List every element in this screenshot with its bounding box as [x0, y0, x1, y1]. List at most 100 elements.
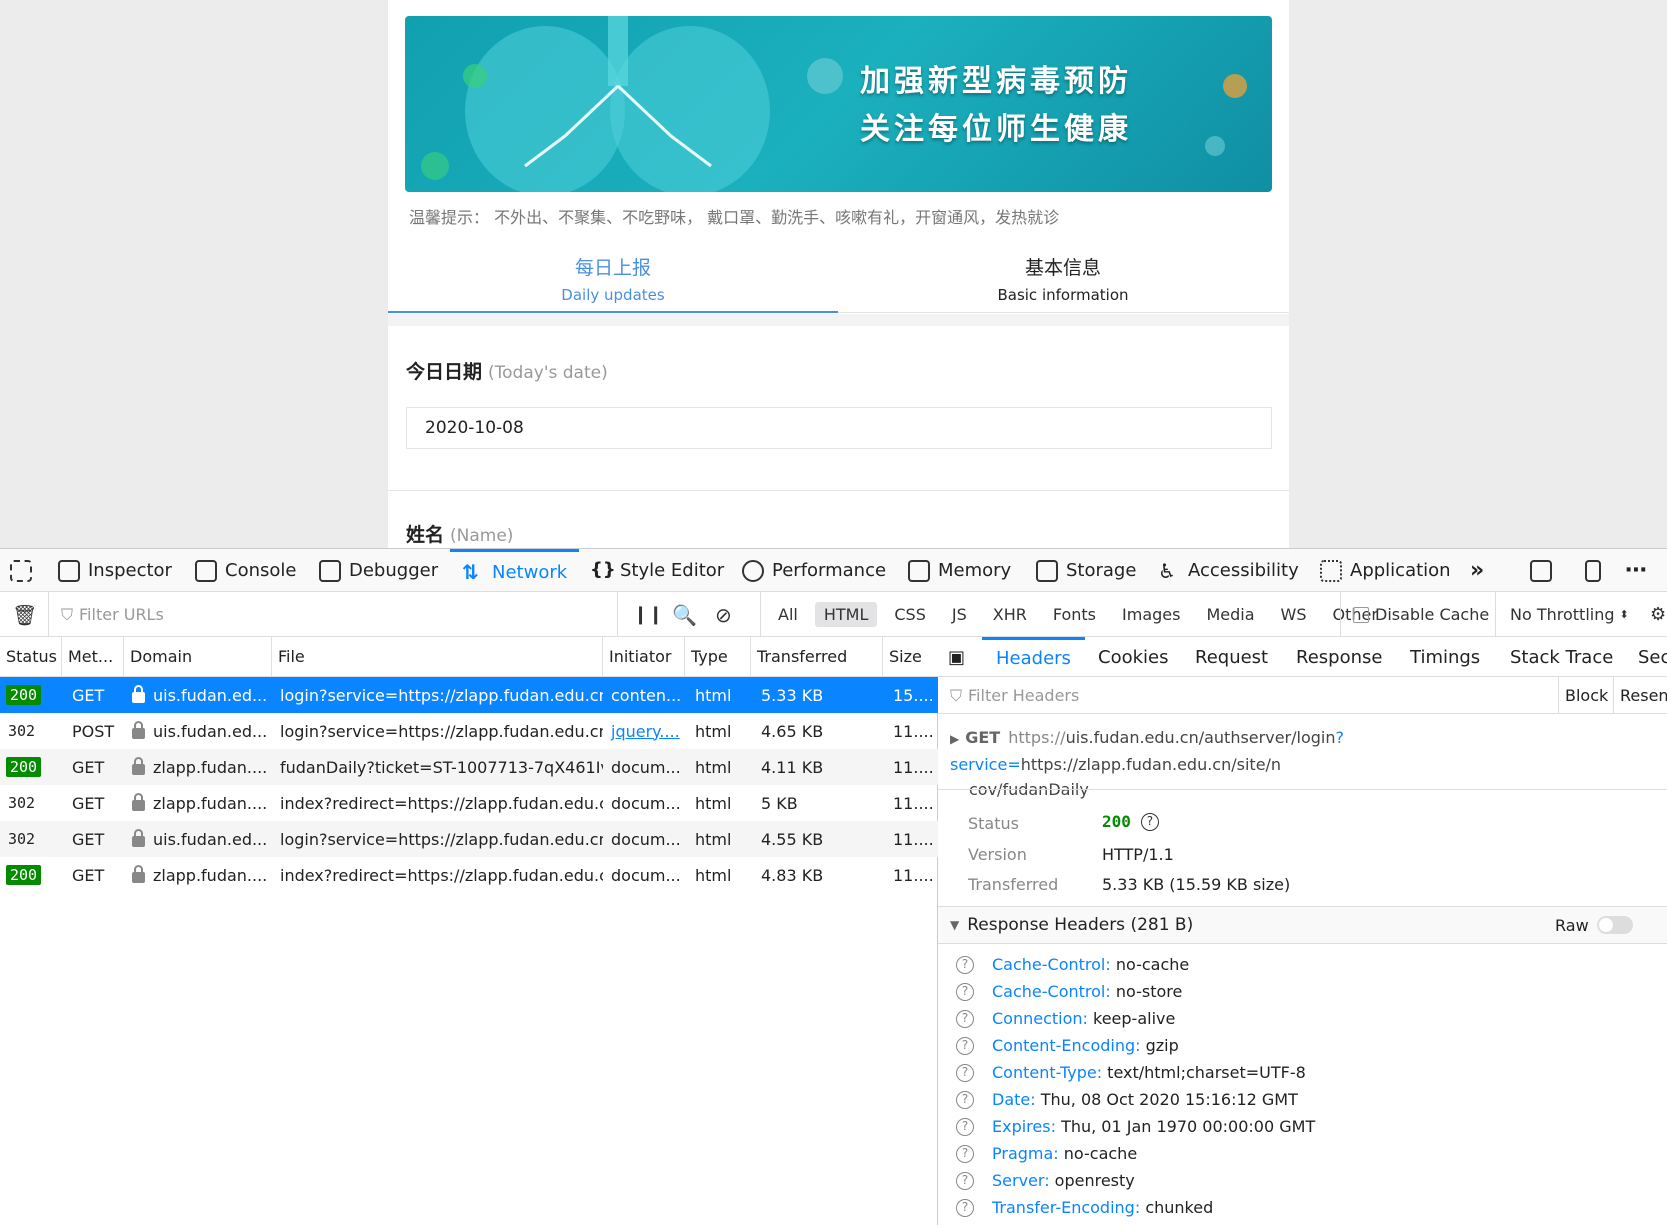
more-tools-chevron-icon[interactable]: » — [1470, 549, 1484, 592]
search-icon[interactable]: 🔍 — [672, 592, 697, 637]
request-url-line[interactable]: ▶ GET https://uis.fudan.edu.cn/authserver/… — [950, 725, 1650, 802]
help-icon[interactable]: ? — [956, 982, 974, 1001]
column-method[interactable]: Met... — [62, 637, 124, 676]
filter-js[interactable]: JS — [943, 602, 976, 627]
menu-dots-icon[interactable]: ⋯ — [1625, 549, 1647, 592]
header-row[interactable]: ? Cache-Control: no-store — [956, 982, 1182, 1001]
responsive-design-button[interactable] — [1585, 549, 1601, 592]
response-headers-section[interactable]: ▼ Response Headers (281 B) Raw — [938, 906, 1667, 944]
tab-stack-trace[interactable]: Stack Trace — [1510, 637, 1613, 677]
request-row[interactable]: 200 GET zlapp.fudan.... index?redirect=h… — [0, 857, 938, 893]
filter-urls-input[interactable]: ⛉ Filter URLs — [48, 592, 618, 637]
tab-security[interactable]: Sec — [1638, 637, 1667, 677]
response-headers-toggle[interactable]: ▼ Response Headers (281 B) — [950, 907, 1193, 943]
raw-toggle[interactable]: Raw — [1555, 907, 1633, 943]
column-file[interactable]: File — [272, 637, 603, 676]
help-icon[interactable]: ? — [956, 1117, 974, 1136]
filter-xhr[interactable]: XHR — [984, 602, 1036, 627]
filter-media[interactable]: Media — [1197, 602, 1263, 627]
filter-fonts[interactable]: Fonts — [1044, 602, 1105, 627]
filter-html[interactable]: HTML — [814, 602, 878, 627]
accessibility-icon: ♿ — [1158, 558, 1176, 583]
disable-cache-toggle[interactable]: Disable Cache — [1340, 592, 1489, 637]
header-row[interactable]: ? Transfer-Encoding: chunked — [956, 1198, 1213, 1217]
header-row[interactable]: ? Pragma: no-cache — [956, 1144, 1137, 1163]
tool-network[interactable]: ⇅ Network — [450, 549, 580, 592]
tool-performance[interactable]: Performance — [742, 549, 886, 592]
column-status[interactable]: Status — [0, 637, 62, 676]
help-icon[interactable]: ? — [1140, 812, 1159, 831]
disable-cache-checkbox[interactable] — [1353, 606, 1369, 623]
date-field[interactable]: 2020-10-08 — [406, 407, 1272, 449]
column-initiator[interactable]: Initiator — [603, 637, 685, 676]
element-picker-button[interactable] — [10, 549, 32, 592]
help-icon[interactable]: ? — [956, 1009, 974, 1028]
column-transferred[interactable]: Transferred — [751, 637, 883, 676]
type-filter-group: All HTML CSS JS XHR Fonts Images Media W… — [760, 592, 1387, 637]
row-initiator[interactable]: docum... — [603, 821, 685, 857]
help-icon[interactable]: ? — [956, 1090, 974, 1109]
tab-response[interactable]: Response — [1296, 637, 1382, 677]
help-icon[interactable]: ? — [956, 1171, 974, 1190]
tool-debugger[interactable]: Debugger — [319, 549, 438, 592]
help-icon[interactable]: ? — [956, 1144, 974, 1163]
expand-arrow-icon[interactable]: ▶ — [950, 732, 959, 746]
filter-ws[interactable]: WS — [1272, 602, 1316, 627]
tool-inspector[interactable]: Inspector — [58, 549, 172, 592]
tool-application[interactable]: Application — [1320, 549, 1451, 592]
filter-css[interactable]: CSS — [885, 602, 934, 627]
row-initiator[interactable]: docum... — [603, 749, 685, 785]
toggle-sidebar-icon[interactable]: ▣ — [948, 637, 965, 677]
tool-storage[interactable]: Storage — [1036, 549, 1136, 592]
tab-basic-information[interactable]: 基本信息 Basic information — [838, 245, 1288, 313]
dock-side-button[interactable] — [1530, 549, 1552, 592]
row-initiator[interactable]: jquery.... — [603, 713, 685, 749]
tool-label: Memory — [938, 560, 1012, 581]
throttling-select[interactable]: No Throttling ⬍ — [1495, 592, 1629, 637]
tool-style-editor[interactable]: {} Style Editor — [590, 549, 724, 592]
header-name: Cache-Control: — [992, 955, 1111, 974]
header-row[interactable]: ? Server: openresty — [956, 1171, 1135, 1190]
status-badge: 200 — [6, 685, 42, 705]
request-row[interactable]: 302 GET zlapp.fudan.... index?redirect=h… — [0, 785, 938, 821]
header-row[interactable]: ? Cache-Control: no-cache — [956, 955, 1189, 974]
tool-memory[interactable]: Memory — [908, 549, 1011, 592]
request-row[interactable]: 302 POST uis.fudan.ed... login?service=h… — [0, 713, 938, 749]
raw-switch[interactable] — [1596, 916, 1633, 934]
column-domain[interactable]: Domain — [124, 637, 272, 676]
request-row[interactable]: 200 GET uis.fudan.ed... login?service=ht… — [0, 677, 938, 713]
block-icon[interactable]: ⊘ — [715, 592, 732, 637]
request-row[interactable]: 200 GET zlapp.fudan.... fudanDaily?ticke… — [0, 749, 938, 785]
tab-daily-updates[interactable]: 每日上报 Daily updates — [388, 245, 838, 313]
trash-icon[interactable]: 🗑 — [12, 592, 37, 637]
filter-all[interactable]: All — [769, 602, 807, 627]
help-icon[interactable]: ? — [956, 1063, 974, 1082]
tool-console[interactable]: Console — [195, 549, 296, 592]
filter-images[interactable]: Images — [1113, 602, 1189, 627]
tab-label-zh: 每日上报 — [574, 257, 651, 279]
row-initiator[interactable]: docum... — [603, 785, 685, 821]
column-size[interactable]: Size — [883, 637, 938, 676]
row-initiator[interactable]: conten... — [603, 677, 685, 713]
tab-timings[interactable]: Timings — [1410, 637, 1480, 677]
header-row[interactable]: ? Expires: Thu, 01 Jan 1970 00:00:00 GMT — [956, 1117, 1315, 1136]
settings-gear-icon[interactable]: ⚙ — [1650, 592, 1666, 637]
header-row[interactable]: ? Content-Type: text/html;charset=UTF-8 — [956, 1063, 1306, 1082]
resend-button[interactable]: Resenc — [1613, 677, 1667, 714]
help-icon[interactable]: ? — [956, 955, 974, 974]
row-initiator[interactable]: docum... — [603, 857, 685, 893]
pause-icon[interactable]: ❙❙ — [633, 592, 663, 637]
tab-request[interactable]: Request — [1195, 637, 1268, 677]
block-button[interactable]: Block — [1558, 677, 1608, 714]
tab-headers[interactable]: Headers — [982, 637, 1085, 677]
header-row[interactable]: ? Content-Encoding: gzip — [956, 1036, 1179, 1055]
tool-accessibility[interactable]: ♿ Accessibility — [1158, 549, 1299, 592]
header-row[interactable]: ? Connection: keep-alive — [956, 1009, 1175, 1028]
help-icon[interactable]: ? — [956, 1198, 974, 1217]
help-icon[interactable]: ? — [956, 1036, 974, 1055]
request-row[interactable]: 302 GET uis.fudan.ed... login?service=ht… — [0, 821, 938, 857]
filter-headers-input[interactable]: ⛉ Filter Headers — [950, 677, 1079, 714]
column-type[interactable]: Type — [685, 637, 751, 676]
tab-cookies[interactable]: Cookies — [1098, 637, 1168, 677]
header-row[interactable]: ? Date: Thu, 08 Oct 2020 15:16:12 GMT — [956, 1090, 1298, 1109]
